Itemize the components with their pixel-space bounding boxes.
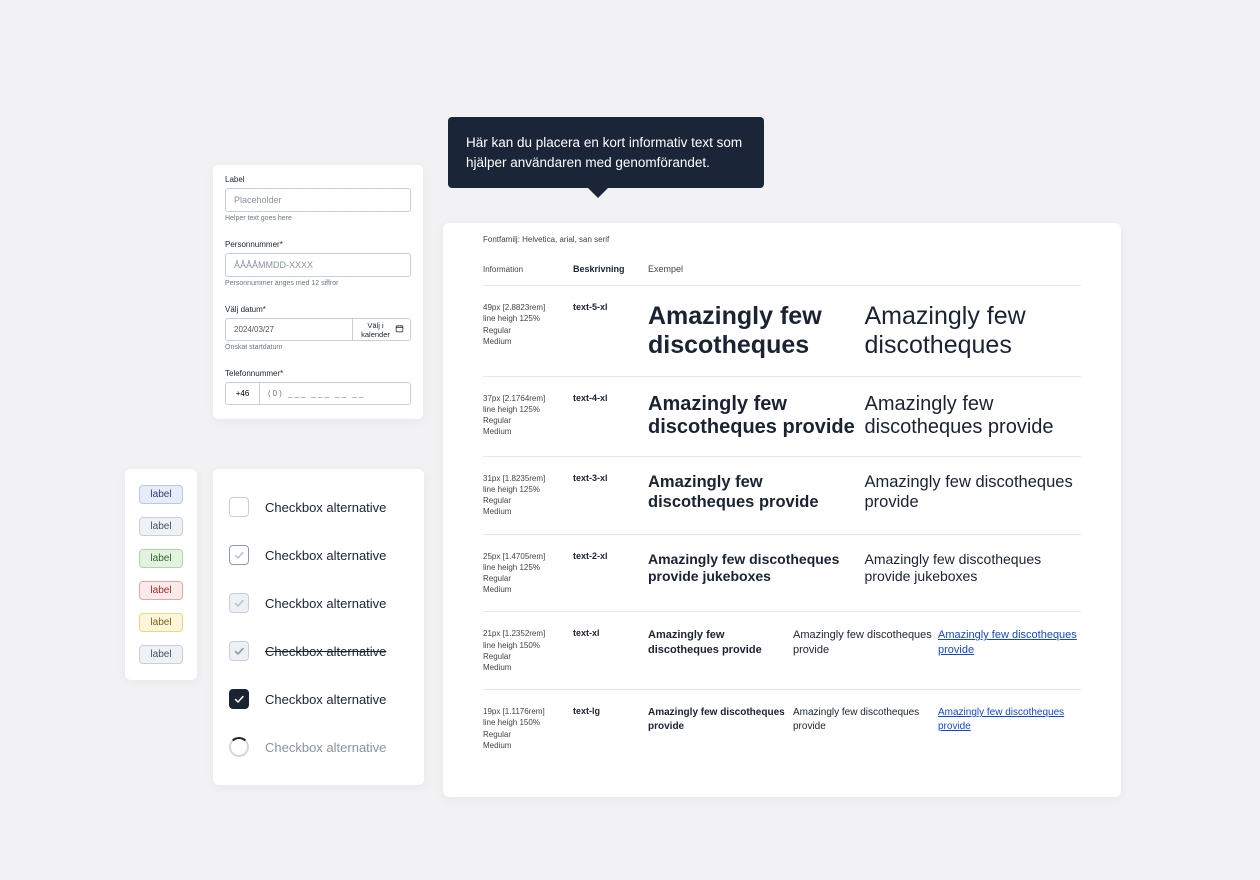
checkbox-row: Checkbox alternative: [229, 723, 408, 771]
table-row: 49px [2.8823rem] line heigh 125% Regular…: [483, 286, 1081, 377]
font-family-note: Fontfamilj: Helvetica, arial, san serif: [483, 235, 1081, 244]
input-label: Välj datum*: [225, 305, 411, 314]
label-chip-warning: label: [139, 613, 182, 632]
checkbox-empty[interactable]: [229, 497, 249, 517]
checkbox-label: Checkbox alternative: [265, 740, 386, 755]
label-chip-info: label: [139, 485, 182, 504]
date-input[interactable]: [226, 319, 352, 340]
date-button-label: Välj i kalender: [359, 321, 392, 339]
checkbox-disabled-empty: [229, 593, 249, 613]
table-header: Information Beskrivning Exempel: [483, 254, 1081, 286]
table-row: 25px [1.4705rem] line heigh 125% Regular…: [483, 535, 1081, 613]
checkbox-row[interactable]: Checkbox alternative: [229, 579, 408, 627]
checkbox-row[interactable]: Checkbox alternative: [229, 531, 408, 579]
sample-regular: Amazingly few discotheques provide: [793, 706, 936, 734]
checkbox-label: Checkbox alternative: [265, 548, 386, 563]
checkbox-row[interactable]: Checkbox alternative: [229, 483, 408, 531]
sample-bold: Amazingly few discotheques provide: [648, 706, 791, 734]
helper-text: Önskat startdatum: [225, 344, 411, 351]
checkbox-disabled-checked: [229, 641, 249, 661]
table-row: 31px [1.8235rem] line heigh 125% Regular…: [483, 457, 1081, 535]
checkbox-card: Checkbox alternative Checkbox alternativ…: [213, 469, 424, 785]
personnummer-input[interactable]: [225, 253, 411, 277]
sample-regular: Amazingly few discotheques provide: [865, 393, 1082, 440]
label-chip-default: label: [139, 645, 182, 664]
tooltip-text: Här kan du placera en kort informativ te…: [466, 135, 742, 170]
sample-bold: Amazingly few discotheques provide: [648, 393, 865, 440]
sample-bold: Amazingly few discotheques provide: [648, 628, 791, 658]
sample-regular: Amazingly few discotheques: [865, 302, 1082, 360]
col-header-info: Information: [483, 264, 573, 275]
checkbox-label: Checkbox alternative: [265, 500, 386, 515]
label-chips-card: label label label label label label: [125, 469, 197, 680]
text-input[interactable]: [225, 188, 411, 212]
table-row: 19px [1.1176rem] line heigh 150% Regular…: [483, 690, 1081, 767]
checkbox-label: Checkbox alternative: [265, 596, 386, 611]
input-label: Personnummer*: [225, 240, 411, 249]
table-row: 37px [2.1764rem] line heigh 125% Regular…: [483, 377, 1081, 457]
sample-regular: Amazingly few discotheques provide: [865, 473, 1082, 513]
spinner-icon: [229, 737, 249, 757]
form-inputs-card: Label Helper text goes here Personnummer…: [213, 165, 423, 419]
sample-regular: Amazingly few discotheques provide: [793, 628, 936, 658]
checkbox-checked[interactable]: [229, 689, 249, 709]
helper-text: Helper text goes here: [225, 215, 411, 222]
sample-bold: Amazingly few discotheques: [648, 302, 865, 360]
sample-bold: Amazingly few discotheques provide: [648, 473, 865, 513]
phone-number-input[interactable]: [260, 383, 410, 404]
sample-link[interactable]: Amazingly few discotheques provide: [938, 706, 1081, 734]
label-chip-error: label: [139, 581, 182, 600]
helper-text: Personnummer anges med 12 siffror: [225, 280, 411, 287]
typography-card: Fontfamilj: Helvetica, arial, san serif …: [443, 223, 1121, 797]
phone-prefix-input[interactable]: [226, 383, 260, 404]
input-label: Label: [225, 175, 411, 184]
tooltip: Här kan du placera en kort informativ te…: [448, 117, 764, 188]
label-chip-success: label: [139, 549, 182, 568]
col-header-desc: Beskrivning: [573, 264, 648, 275]
checkbox-hover[interactable]: [229, 545, 249, 565]
checkbox-row: Checkbox alternative: [229, 627, 408, 675]
sample-bold: Amazingly few discotheques provide jukeb…: [648, 551, 865, 586]
col-header-exempel: Exempel: [648, 264, 683, 275]
calendar-icon: [395, 324, 404, 335]
date-picker-button[interactable]: Välj i kalender: [352, 319, 410, 340]
table-row: 21px [1.2352rem] line heigh 150% Regular…: [483, 612, 1081, 690]
checkbox-label: Checkbox alternative: [265, 692, 386, 707]
sample-regular: Amazingly few discotheques provide jukeb…: [865, 551, 1082, 586]
checkbox-label: Checkbox alternative: [265, 644, 386, 659]
checkbox-row[interactable]: Checkbox alternative: [229, 675, 408, 723]
label-chip-neutral: label: [139, 517, 182, 536]
sample-link[interactable]: Amazingly few discotheques provide: [938, 628, 1081, 658]
input-label: Telefonnummer*: [225, 369, 411, 378]
